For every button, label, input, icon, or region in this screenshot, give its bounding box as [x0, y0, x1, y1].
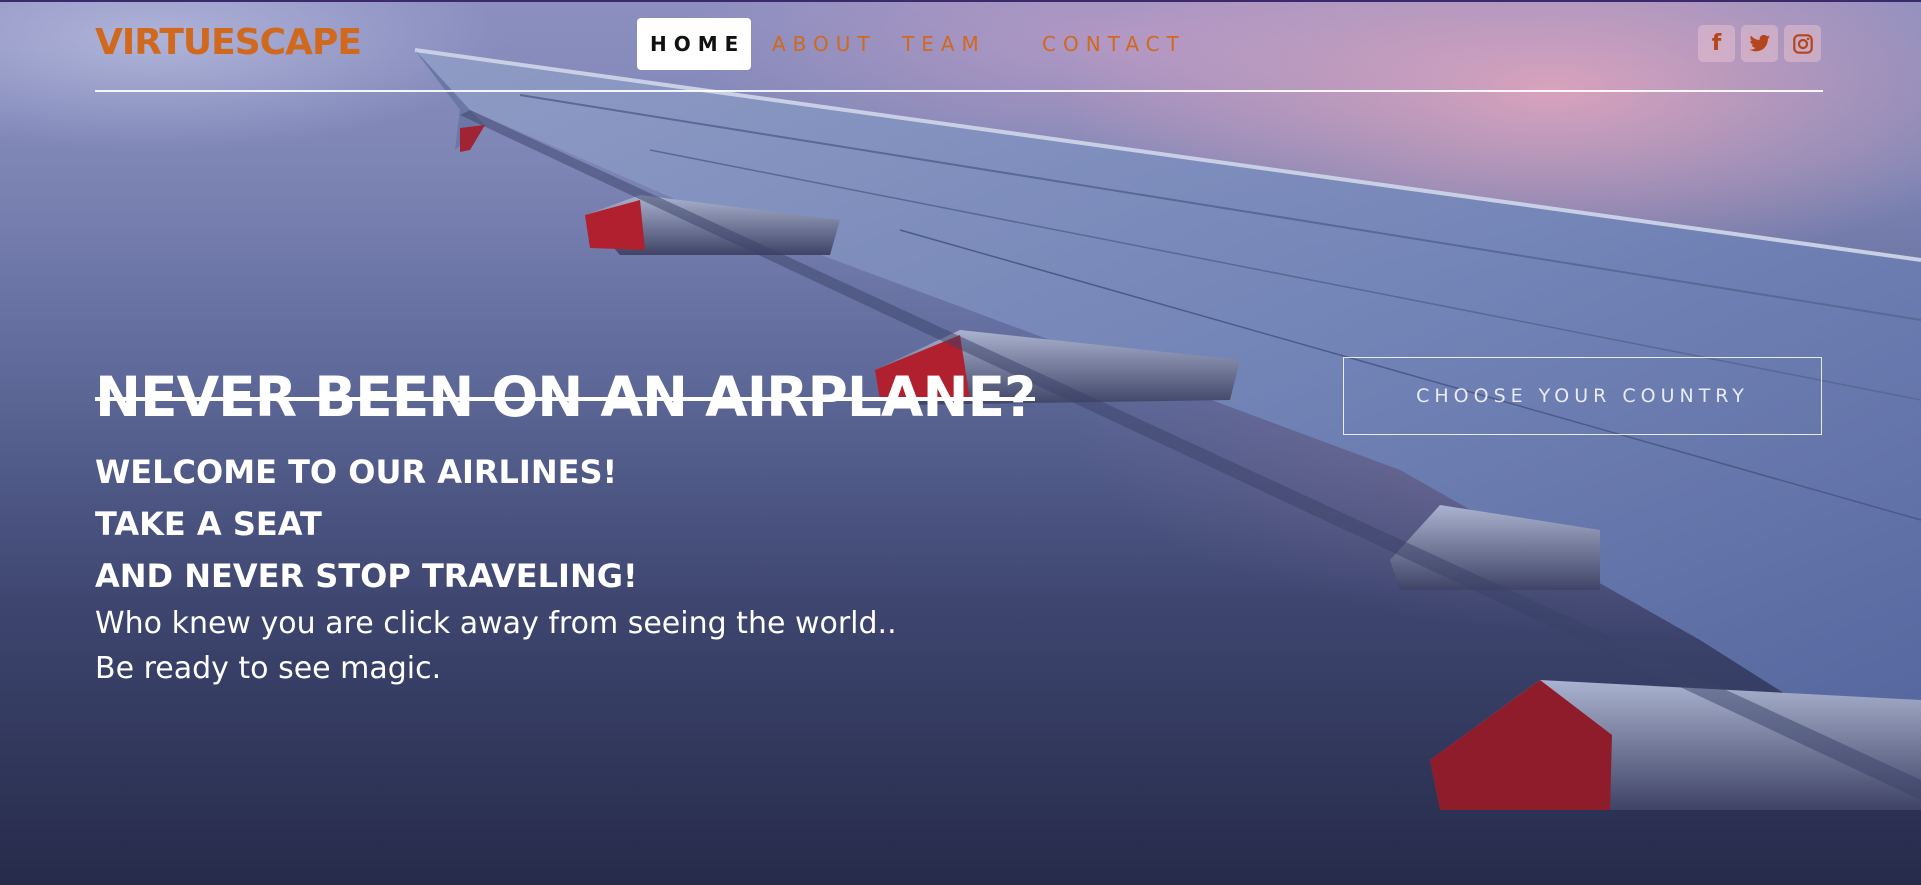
brand-logo[interactable]: VIRTUESCAPE: [95, 22, 362, 63]
twitter-icon: [1748, 34, 1770, 51]
nav-home[interactable]: HOME: [637, 18, 752, 70]
hero-body-line-1: Who knew you are click away from seeing …: [95, 606, 897, 641]
page: VIRTUESCAPE HOME ABOUT TEAM CONTACT f NE…: [0, 0, 1921, 885]
twitter-button[interactable]: [1741, 25, 1778, 62]
hero-line-traveling: AND NEVER STOP TRAVELING!: [95, 557, 638, 595]
nav-about[interactable]: ABOUT: [772, 18, 877, 70]
instagram-button[interactable]: [1784, 25, 1821, 62]
nav-contact[interactable]: CONTACT: [1042, 18, 1186, 70]
social-links: f: [1698, 25, 1823, 62]
hero-line-welcome: WELCOME TO OUR AIRLINES!: [95, 453, 618, 491]
nav-team[interactable]: TEAM: [902, 18, 986, 70]
instagram-icon: [1792, 33, 1813, 54]
site-header: VIRTUESCAPE HOME ABOUT TEAM CONTACT f: [95, 0, 1823, 92]
hero-line-seat: TAKE A SEAT: [95, 505, 322, 543]
choose-country-button[interactable]: CHOOSE YOUR COUNTRY: [1343, 357, 1822, 435]
airplane-wing-image: [414, 48, 1921, 810]
hero-headline: NEVER BEEN ON AN AIRPLANE?: [95, 365, 1036, 429]
hero-body-line-2: Be ready to see magic.: [95, 651, 442, 686]
facebook-button[interactable]: f: [1698, 25, 1735, 62]
facebook-icon: f: [1711, 31, 1722, 56]
